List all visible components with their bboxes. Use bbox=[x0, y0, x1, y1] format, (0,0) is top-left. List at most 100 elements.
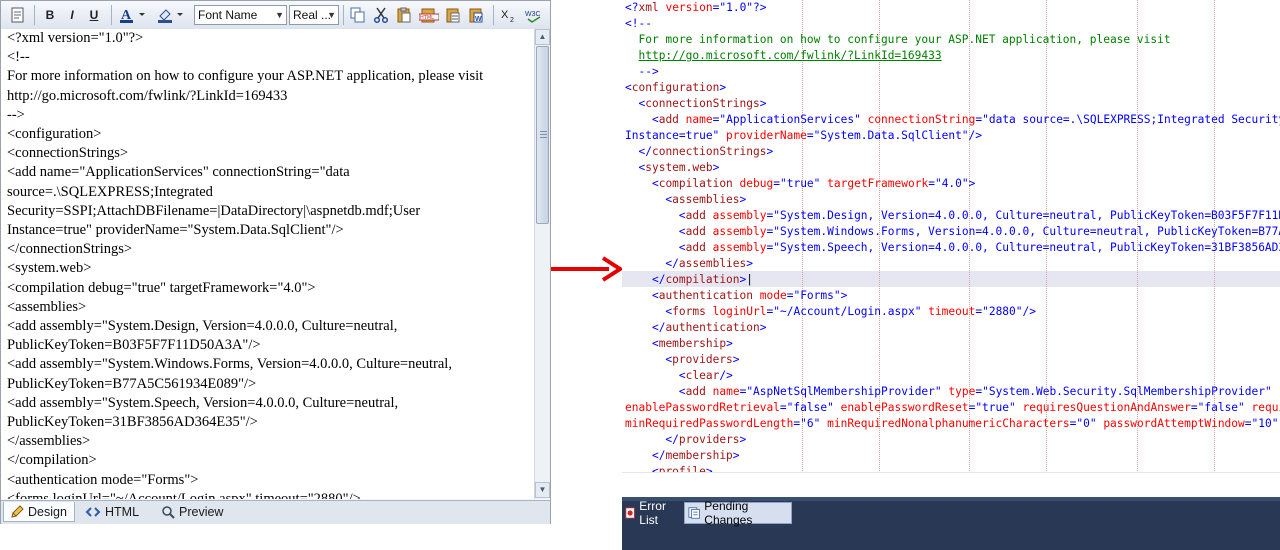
code-line: </membership> bbox=[651, 449, 740, 462]
xml-code-editor[interactable]: <?xml version="1.0"?> <!-- For more info… bbox=[622, 0, 1280, 497]
editor-text-line: <authentication mode="Forms"> bbox=[7, 471, 199, 488]
code-line: <configuration> bbox=[625, 81, 727, 94]
editor-text-line: <configuration> bbox=[7, 126, 102, 143]
design-mode-icon[interactable] bbox=[7, 5, 29, 25]
subscript-icon[interactable]: X2 bbox=[498, 5, 520, 25]
code-line: <connectionStrings> bbox=[638, 97, 767, 110]
editor-text-line: </compilation> bbox=[7, 452, 97, 469]
svg-text:X: X bbox=[501, 9, 509, 21]
tab-design[interactable]: Design bbox=[3, 502, 75, 522]
italic-button[interactable]: I bbox=[62, 5, 82, 25]
bold-button[interactable]: B bbox=[40, 5, 60, 25]
editor-text-line: <system.web> bbox=[7, 260, 92, 277]
editor-text-line: PublicKeyToken=31BF3856AD364E35"/> bbox=[7, 414, 258, 431]
code-line: <?xml version="1.0"?> bbox=[625, 1, 767, 14]
code-line: <assemblies> bbox=[665, 193, 747, 206]
underline-button[interactable]: U bbox=[84, 5, 104, 25]
code-line-current: </compilation>| bbox=[651, 273, 754, 286]
scroll-down-icon[interactable]: ▼ bbox=[535, 482, 550, 498]
tab-html[interactable]: HTML bbox=[79, 502, 149, 522]
code-line: <add assembly="System.Design, Version=4.… bbox=[678, 209, 1280, 222]
editor-text-line: http://go.microsoft.com/fwlink/?LinkId=1… bbox=[7, 87, 288, 104]
vertical-scrollbar[interactable]: ▲ ▼ bbox=[534, 29, 550, 499]
paste-html-icon[interactable]: HTML bbox=[417, 5, 441, 25]
code-line: </assemblies> bbox=[665, 257, 754, 270]
editor-text-line: <assemblies> bbox=[7, 298, 87, 315]
svg-text:W3C: W3C bbox=[525, 11, 541, 18]
editor-text-line: PublicKeyToken=B77A5C561934E089"/> bbox=[7, 375, 257, 392]
paste-text-icon[interactable] bbox=[443, 5, 463, 25]
rich-text-editor: B I U A Font Name ▼ Real ... ▼ HTML W X … bbox=[0, 0, 551, 524]
svg-text:HTML: HTML bbox=[420, 15, 434, 21]
pencil-icon bbox=[11, 504, 24, 518]
editor-text-line: <forms loginUrl="~/Account/Login.aspx" t… bbox=[7, 490, 361, 499]
tab-preview-label: Preview bbox=[179, 505, 224, 519]
tab-pending-changes[interactable]: Pending Changes bbox=[684, 499, 792, 527]
font-name-value: Font Name bbox=[198, 8, 258, 22]
editor-text-line: source=.\SQLEXPRESS;Integrated bbox=[7, 183, 213, 200]
editor-text-line: </assemblies> bbox=[7, 433, 91, 450]
code-line: </providers> bbox=[665, 433, 747, 446]
editor-text-line: Security=SSPI;AttachDBFilename=|DataDire… bbox=[7, 202, 421, 219]
paste-word-icon[interactable]: W bbox=[466, 5, 486, 25]
editor-text-line: <add assembly="System.Design, Version=4.… bbox=[7, 318, 398, 335]
paste-icon[interactable] bbox=[394, 5, 414, 25]
tab-pending-changes-label: Pending Changes bbox=[704, 499, 753, 527]
pending-changes-icon bbox=[688, 507, 700, 519]
editor-text-line: <add assembly="System.Speech, Version=4.… bbox=[7, 394, 399, 411]
code-line: </authentication> bbox=[651, 321, 767, 334]
tab-preview[interactable]: Preview bbox=[155, 502, 235, 522]
copy-icon[interactable] bbox=[348, 5, 368, 25]
editor-text-line: <add assembly="System.Windows.Forms, Ver… bbox=[7, 356, 452, 373]
code-line: <providers> bbox=[665, 353, 740, 366]
code-tags-icon bbox=[85, 507, 101, 517]
editor-text-line: PublicKeyToken=B03F5F7F11D50A3A"/> bbox=[7, 337, 261, 354]
highlight-color-icon[interactable] bbox=[155, 5, 189, 25]
error-list-icon bbox=[625, 507, 635, 519]
editor-mode-tabs: Design HTML Preview bbox=[1, 500, 550, 524]
editor-text-line: <add name="ApplicationServices" connecti… bbox=[7, 164, 350, 181]
editor-text-line: <?xml version="1.0"?> bbox=[7, 30, 144, 46]
code-line: <authentication mode="Forms"> bbox=[651, 289, 848, 302]
code-line: Instance=true" providerName="System.Data… bbox=[625, 129, 983, 142]
editor-text-line: <connectionStrings> bbox=[7, 145, 129, 162]
code-line: <clear/> bbox=[678, 369, 733, 382]
editor-text-line: </connectionStrings> bbox=[7, 241, 133, 258]
code-line: </connectionStrings> bbox=[638, 145, 774, 158]
magnifier-icon bbox=[162, 506, 175, 519]
tab-html-label: HTML bbox=[105, 505, 140, 519]
font-size-select[interactable]: Real ... ▼ bbox=[289, 5, 339, 25]
code-line: <!-- bbox=[625, 17, 652, 30]
chevron-down-icon: ▼ bbox=[275, 10, 284, 20]
code-line: http://go.microsoft.com/fwlink/?LinkId=1… bbox=[625, 48, 941, 64]
editor-bottom-margin bbox=[622, 472, 1280, 497]
svg-text:W: W bbox=[475, 16, 482, 23]
cut-icon[interactable] bbox=[371, 5, 391, 25]
editor-text-line: --> bbox=[7, 106, 25, 123]
scroll-up-icon[interactable]: ▲ bbox=[535, 29, 550, 45]
red-arrow-icon bbox=[551, 256, 623, 282]
editor-content-area[interactable]: <?xml version="1.0"?> <!-- For more inform… bbox=[1, 29, 534, 499]
code-line: <add assembly="System.Speech, Version=4.… bbox=[678, 241, 1280, 254]
editor-text-line: Instance=true" providerName="System.Data… bbox=[7, 222, 344, 239]
editor-toolbar: B I U A Font Name ▼ Real ... ▼ HTML W X … bbox=[1, 1, 550, 30]
font-color-icon[interactable]: A bbox=[117, 5, 151, 25]
code-line: <forms loginUrl="~/Account/Login.aspx" t… bbox=[665, 305, 1036, 318]
w3c-validate-icon[interactable]: W3C bbox=[523, 5, 545, 25]
code-line: <compilation debug="true" targetFramewor… bbox=[651, 177, 976, 190]
scrollbar-thumb[interactable] bbox=[536, 46, 549, 224]
code-line: For more information on how to configure… bbox=[625, 33, 1171, 46]
tab-error-list[interactable]: Error List bbox=[622, 499, 684, 527]
svg-text:2: 2 bbox=[510, 17, 514, 23]
editor-text-line: <!-- bbox=[7, 49, 30, 66]
code-line: <membership> bbox=[651, 337, 733, 350]
tab-error-list-label: Error List bbox=[639, 499, 666, 527]
font-size-value: Real ... bbox=[293, 8, 332, 22]
code-line: <add name="ApplicationServices" connecti… bbox=[651, 113, 1280, 126]
code-line: <add assembly="System.Windows.Forms, Ver… bbox=[678, 225, 1280, 238]
code-line: <add name="AspNetSqlMembershipProvider" … bbox=[678, 385, 1272, 398]
comment-url-link[interactable]: http://go.microsoft.com/fwlink/?LinkId=1… bbox=[638, 49, 941, 62]
font-name-select[interactable]: Font Name ▼ bbox=[194, 5, 287, 25]
editor-text-line: For more information on how to configure… bbox=[7, 68, 484, 85]
code-line: enablePasswordRetrieval="false" enablePa… bbox=[625, 401, 1280, 414]
